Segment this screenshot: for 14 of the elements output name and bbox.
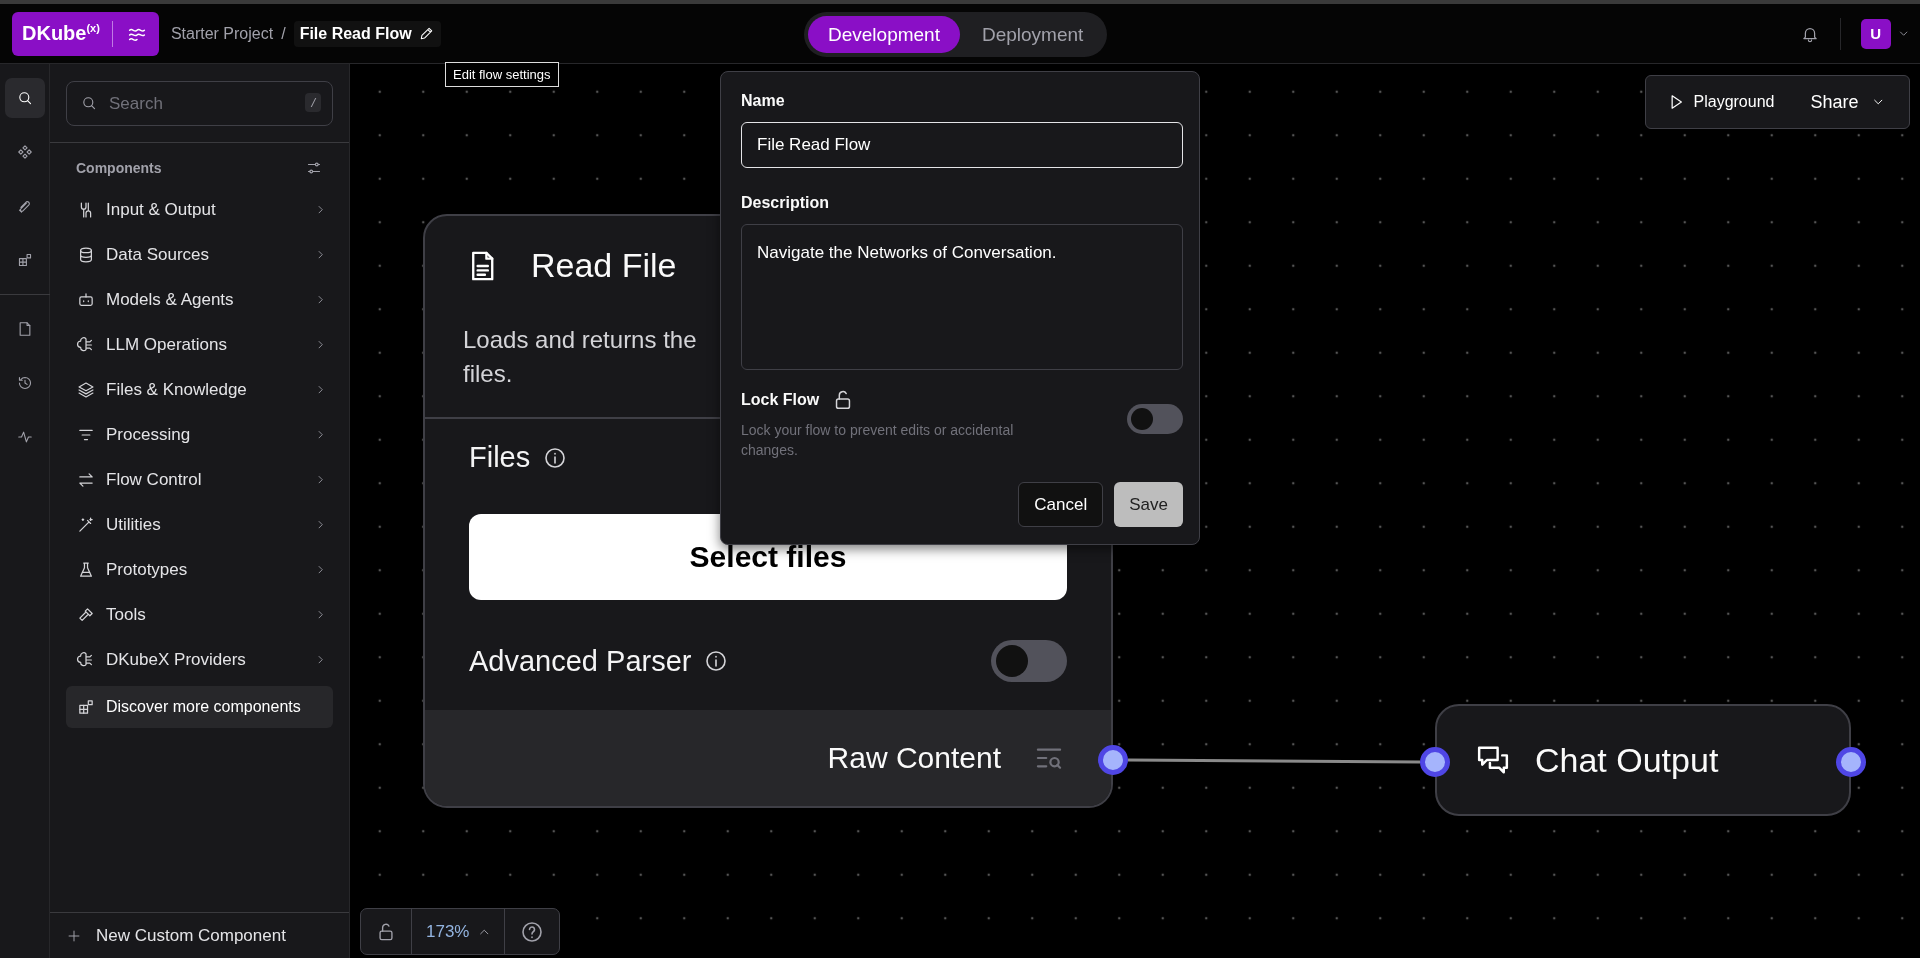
- tooltip: Edit flow settings: [445, 62, 559, 87]
- node-title: Read File: [531, 246, 677, 285]
- section-title: Components: [76, 160, 162, 176]
- field-label: Files: [469, 441, 531, 474]
- field-label: Name: [741, 92, 786, 110]
- output-label: Raw Content: [827, 741, 1001, 775]
- hint-text: Lock your flow to prevent edits or accidental changes.: [741, 421, 1015, 460]
- field-label: Description: [741, 194, 830, 212]
- node-title: Chat Output: [1535, 740, 1719, 780]
- shortcut-key: /: [305, 93, 321, 112]
- node-description: Loads and returns the files.: [463, 325, 698, 389]
- field-label: Lock Flow: [741, 391, 820, 409]
- field-label: Advanced Parser: [469, 644, 692, 678]
- breadcrumb-separator: /: [281, 24, 286, 43]
